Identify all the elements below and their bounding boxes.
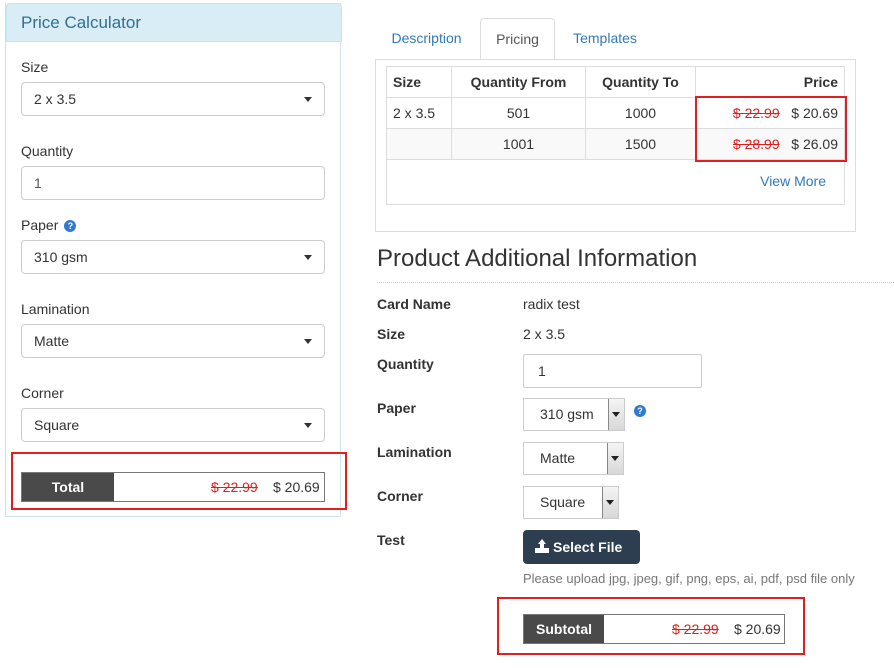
- select-file-button[interactable]: Select File: [523, 530, 640, 564]
- quantity-label: Quantity: [21, 143, 74, 159]
- info-paper-select[interactable]: 310 gsm: [523, 398, 625, 431]
- caret-down-icon: [304, 97, 312, 102]
- subtotal-old-price: $ 22.99: [672, 621, 719, 637]
- info-lamination-label: Lamination: [377, 444, 452, 460]
- info-paper-value: 310 gsm: [540, 406, 594, 422]
- info-corner-label: Corner: [377, 488, 423, 504]
- select-file-label: Select File: [553, 539, 623, 555]
- lamination-select[interactable]: Matte: [21, 324, 325, 358]
- col-quantity-to-header: Quantity To: [585, 66, 696, 98]
- view-more-row: View More: [386, 159, 845, 205]
- corner-select[interactable]: Square: [21, 408, 325, 442]
- paper-label: Paper?: [21, 217, 77, 233]
- question-circle-icon[interactable]: ?: [634, 405, 646, 417]
- price-highlight-frame: [695, 96, 847, 162]
- card-name-value: radix test: [523, 296, 580, 312]
- col-quantity-from-header: Quantity From: [451, 66, 586, 98]
- info-test-label: Test: [377, 532, 405, 548]
- card-name-label: Card Name: [377, 296, 451, 312]
- dropdown-arrow-icon: [607, 443, 623, 474]
- caret-down-icon: [304, 339, 312, 344]
- caret-down-icon: [304, 255, 312, 260]
- info-paper-label: Paper: [377, 400, 416, 416]
- subtotal-bar: Subtotal $ 22.99 $ 20.69: [523, 614, 785, 644]
- info-lamination-value: Matte: [540, 450, 576, 466]
- lamination-label: Lamination: [21, 301, 90, 317]
- total-old-price: $ 22.99: [211, 479, 258, 495]
- upload-help-text: Please upload jpg, jpeg, gif, png, eps, …: [523, 571, 855, 586]
- additional-info-title: Product Additional Information: [377, 245, 698, 272]
- info-lamination-select[interactable]: Matte: [523, 442, 624, 475]
- tab-templates[interactable]: Templates: [561, 18, 649, 60]
- info-size-value: 2 x 3.5: [523, 326, 566, 342]
- question-circle-icon[interactable]: ?: [64, 220, 77, 232]
- view-more-link[interactable]: View More: [760, 173, 826, 189]
- corner-select-value: Square: [34, 417, 80, 433]
- total-bar: Total $ 22.99 $ 20.69: [21, 472, 325, 502]
- info-quantity-label: Quantity: [377, 356, 434, 372]
- dropdown-arrow-icon: [602, 487, 618, 518]
- subtotal-new-price: $ 20.69: [734, 621, 781, 637]
- row-from-cell: 1001: [451, 128, 586, 160]
- info-quantity-input[interactable]: 1: [523, 354, 702, 388]
- paper-select-value: 310 gsm: [34, 249, 88, 265]
- tab-pricing[interactable]: Pricing: [480, 18, 555, 60]
- size-select[interactable]: 2 x 3.5: [21, 82, 325, 116]
- lamination-select-value: Matte: [34, 333, 70, 349]
- row-size-cell: [386, 128, 452, 160]
- upload-icon: [535, 539, 549, 553]
- tab-description[interactable]: Description: [378, 18, 475, 60]
- table-header-row: Size Quantity From Quantity To Price: [386, 66, 845, 98]
- size-label: Size: [21, 59, 49, 75]
- row-from-cell: 501: [451, 97, 586, 129]
- size-select-value: 2 x 3.5: [34, 91, 77, 107]
- info-corner-value: Square: [540, 494, 586, 510]
- caret-down-icon: [304, 423, 312, 428]
- calculator-title: Price Calculator: [6, 3, 342, 42]
- row-to-cell: 1000: [585, 97, 696, 129]
- col-price-header: Price: [695, 66, 845, 98]
- col-size-header: Size: [386, 66, 452, 98]
- total-label: Total: [22, 473, 114, 501]
- paper-select[interactable]: 310 gsm: [21, 240, 325, 274]
- row-to-cell: 1500: [585, 128, 696, 160]
- corner-label: Corner: [21, 385, 64, 401]
- section-divider: [377, 282, 894, 283]
- dropdown-arrow-icon: [608, 399, 624, 430]
- subtotal-label: Subtotal: [524, 615, 604, 643]
- total-new-price: $ 20.69: [273, 479, 320, 495]
- paper-label-text: Paper: [21, 217, 59, 233]
- row-size-cell: 2 x 3.5: [386, 97, 452, 129]
- info-size-label: Size: [377, 326, 406, 342]
- info-corner-select[interactable]: Square: [523, 486, 619, 519]
- quantity-input[interactable]: 1: [21, 166, 325, 200]
